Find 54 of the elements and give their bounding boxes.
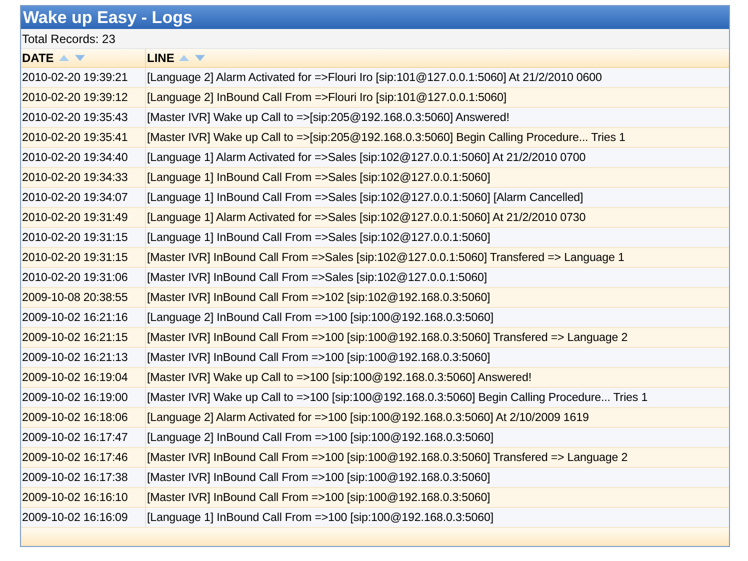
table-cell-text: 2010-02-20 19:35:41 — [22, 130, 128, 146]
table-cell-text: [Language 2] Alarm Activated for =>Flouri Iro [sip:101@127.0.0.1:5060] At 21/2/2010 0600 — [147, 70, 602, 86]
table-cell-text: 2009-10-02 16:18:06 — [22, 410, 128, 426]
table-cell-text: [Language 2] Alarm Activated for =>100 [sip:100@192.168.0.3:5060] At 2/10/2009 1619 — [147, 410, 589, 426]
table-cell-text: 2009-10-02 16:21:15 — [22, 330, 128, 346]
sort-ascending-icon[interactable] — [58, 54, 70, 62]
table-cell-text: [Master IVR] Wake up Call to =>100 [sip:100@192.168.0.3:5060] Answered! — [147, 370, 532, 386]
column-header[interactable]: LINE — [147, 49, 174, 67]
table-cell-text: [Language 1] InBound Call From =>Sales [sip:102@127.0.0.1:5060] — [147, 230, 490, 246]
table-cell-text: [Language 2] InBound Call From =>Flouri Iro [sip:101@127.0.0.1:5060] — [147, 90, 506, 106]
table-cell-text: [Language 1] Alarm Activated for =>Sales [sip:102@127.0.0.1:5060] At 21/2/2010 0730 — [147, 210, 586, 226]
table-cell-text: 2009-10-02 16:21:13 — [22, 350, 128, 366]
table-cell-text: [Language 1] InBound Call From =>100 [sip:100@192.168.0.3:5060] — [147, 510, 494, 526]
table-cell-text: 2009-10-02 16:17:46 — [22, 450, 128, 466]
table-cell-text: 2009-10-02 16:19:00 — [22, 390, 128, 406]
table-cell-text: 2010-02-20 19:34:07 — [22, 190, 128, 206]
record-count: Total Records: 23 — [22, 30, 116, 48]
table-cell-text: [Master IVR] InBound Call From =>Sales [sip:102@127.0.0.1:5060] Transfered => Language 1 — [147, 250, 624, 266]
table-cell-text: 2010-02-20 19:35:43 — [22, 110, 128, 126]
table-cell-text: 2010-02-20 19:39:12 — [22, 90, 128, 106]
sort-descending-icon[interactable] — [194, 54, 206, 62]
table-cell-text: 2010-02-20 19:39:21 — [22, 70, 128, 86]
table-cell-text: 2010-02-20 19:34:33 — [22, 170, 128, 186]
table-cell-text: 2009-10-02 16:16:10 — [22, 490, 128, 506]
table-cell-text: 2009-10-02 16:17:47 — [22, 430, 128, 446]
table-cell-text: 2010-02-20 19:34:40 — [22, 150, 128, 166]
window-title: Wake up Easy - Logs — [23, 9, 192, 26]
table-cell-text: [Language 1] Alarm Activated for =>Sales [sip:102@127.0.0.1:5060] At 21/2/2010 0700 — [147, 150, 586, 166]
table-cell-text: 2009-10-02 16:21:16 — [22, 310, 128, 326]
sort-ascending-icon[interactable] — [178, 54, 190, 62]
column-header[interactable]: DATE — [22, 49, 54, 67]
sort-descending-icon[interactable] — [74, 54, 86, 62]
table-cell-text: [Master IVR] InBound Call From =>100 [sip:100@192.168.0.3:5060] Transfered => Language 2 — [147, 330, 628, 346]
table-cell-text: 2009-10-02 16:17:38 — [22, 470, 128, 486]
table-cell-text: 2009-10-02 16:16:09 — [22, 510, 128, 526]
table-cell-text: 2009-10-02 16:19:04 — [22, 370, 128, 386]
table-cell-text: [Master IVR] Wake up Call to =>[sip:205@192.168.0.3:5060] Begin Calling Procedure... Tries 1 — [147, 130, 626, 146]
table-cell-text: [Master IVR] InBound Call From =>100 [sip:100@192.168.0.3:5060] — [147, 470, 490, 486]
table-cell-text: 2010-02-20 19:31:06 — [22, 270, 128, 286]
table-cell-text: [Language 2] InBound Call From =>100 [sip:100@192.168.0.3:5060] — [147, 430, 494, 446]
table-cell-text: [Language 1] InBound Call From =>Sales [sip:102@127.0.0.1:5060] — [147, 170, 490, 186]
table-cell-text: [Language 2] InBound Call From =>100 [sip:100@192.168.0.3:5060] — [147, 310, 494, 326]
table-cell-text: [Master IVR] InBound Call From =>102 [sip:102@192.168.0.3:5060] — [147, 290, 490, 306]
table-cell-text: [Master IVR] InBound Call From =>100 [sip:100@192.168.0.3:5060] — [147, 490, 490, 506]
table-cell-text: [Master IVR] Wake up Call to =>100 [sip:100@192.168.0.3:5060] Begin Calling Procedure... Tries 1 — [147, 390, 648, 406]
table-cell-text: 2010-02-20 19:31:15 — [22, 230, 128, 246]
table-cell-text: [Language 1] InBound Call From =>Sales [sip:102@127.0.0.1:5060] [Alarm Cancelled] — [147, 190, 584, 206]
table-cell-text: 2010-02-20 19:31:15 — [22, 250, 128, 266]
table-cell-text: [Master IVR] InBound Call From =>Sales [sip:102@127.0.0.1:5060] — [147, 270, 487, 286]
table-cell-text: 2009-10-08 20:38:55 — [22, 290, 128, 306]
table-cell-text: [Master IVR] InBound Call From =>100 [sip:100@192.168.0.3:5060] — [147, 350, 490, 366]
table-cell-text: 2010-02-20 19:31:49 — [22, 210, 128, 226]
table-cell-text: [Master IVR] InBound Call From =>100 [sip:100@192.168.0.3:5060] Transfered => Language 2 — [147, 450, 628, 466]
table-cell-text: [Master IVR] Wake up Call to =>[sip:205@192.168.0.3:5060] Answered! — [147, 110, 510, 126]
